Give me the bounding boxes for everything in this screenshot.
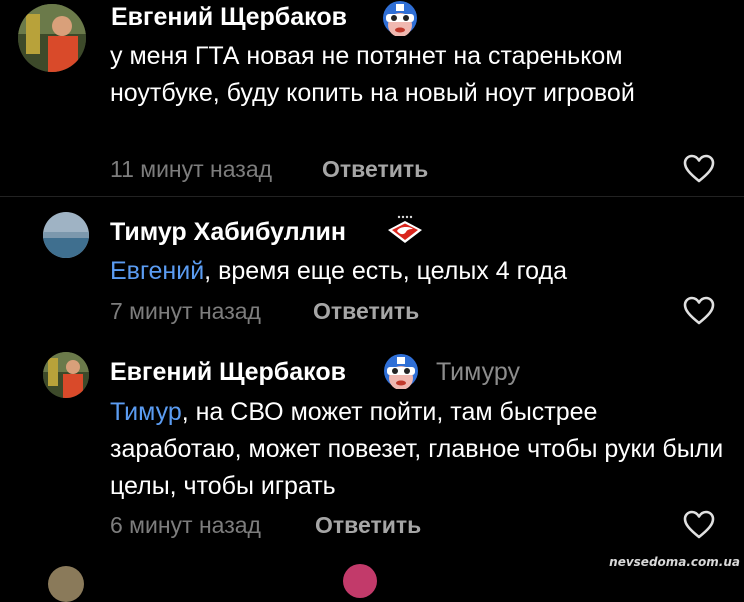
avatar[interactable] — [43, 212, 89, 258]
timestamp: 7 минут назад — [110, 298, 261, 324]
mention-link[interactable]: Евгений — [110, 257, 204, 285]
captain-mask-badge-icon — [382, 0, 418, 41]
like-heart-icon[interactable] — [683, 296, 715, 326]
comment-text: у меня ГТА новая не потянет на старенько… — [110, 42, 635, 107]
author-name[interactable]: Тимур Хабибуллин — [110, 218, 346, 247]
author-name[interactable]: Евгений Щербаков — [111, 3, 347, 32]
reply-button[interactable]: Ответить — [322, 156, 428, 183]
reply-button[interactable]: Ответить — [315, 512, 421, 539]
timestamp: 6 минут назад — [110, 512, 261, 538]
comment-text-body: , на СВО может пойти, там быстрее зарабо… — [110, 398, 724, 500]
watermark: nevsedoma.com.ua — [609, 555, 740, 569]
comment-2: Тимур Хабибуллин Евгений, время еще есть… — [0, 200, 744, 340]
avatar[interactable] — [43, 352, 89, 398]
comment-text: Евгений, время еще есть, целых 4 года — [110, 253, 730, 290]
like-heart-icon[interactable] — [683, 510, 715, 540]
divider — [0, 196, 744, 197]
next-comment-avatar — [48, 566, 84, 602]
next-comment-badge-icon — [343, 564, 377, 598]
reply-to-label[interactable]: Тимуру — [436, 358, 520, 387]
mention-link[interactable]: Тимур — [110, 398, 182, 426]
reply-button[interactable]: Ответить — [313, 298, 419, 325]
like-heart-icon[interactable] — [683, 154, 715, 184]
comment-text-body: , время еще есть, целых 4 года — [204, 257, 568, 285]
comment-text: Тимур, на СВО может пойти, там быстрее з… — [110, 394, 730, 505]
comment-1: Евгений Щербаков у меня ГТА новая не пот… — [0, 0, 744, 200]
captain-mask-badge-icon — [383, 353, 419, 394]
timestamp: 11 минут назад — [110, 156, 273, 182]
comment-3: Евгений Щербаков Тимуру Тимур, на СВО мо… — [0, 340, 744, 572]
avatar[interactable] — [18, 4, 86, 72]
spartak-badge-icon — [386, 214, 424, 251]
author-name[interactable]: Евгений Щербаков — [110, 358, 346, 387]
